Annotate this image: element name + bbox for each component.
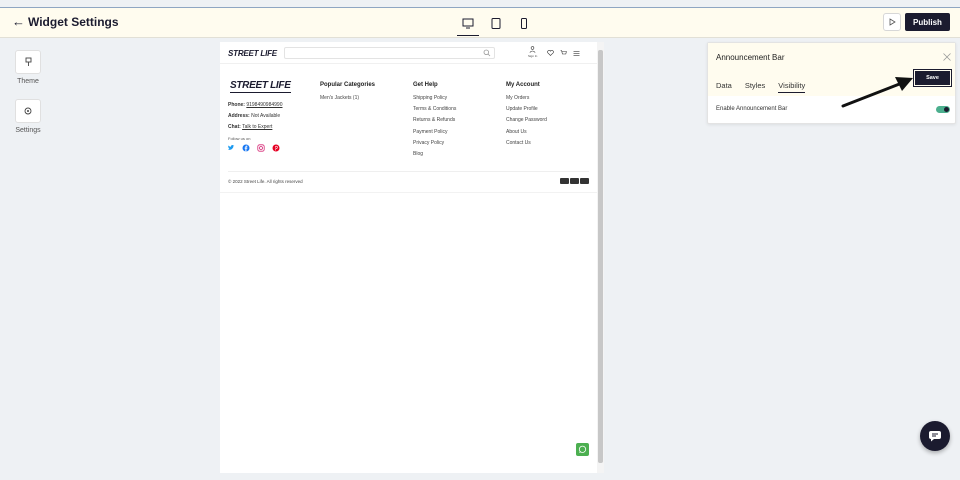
phone-label: Phone: — [228, 102, 245, 108]
preview-button[interactable] — [883, 13, 901, 31]
desktop-icon — [462, 18, 474, 28]
sign-in-link[interactable]: Sign In — [528, 46, 537, 58]
sidebar-item-label: Settings — [15, 127, 41, 134]
preview-scrollbar[interactable] — [597, 42, 604, 473]
footer-link[interactable]: Returns & Refunds — [413, 117, 456, 128]
preview-canvas: STREET LIFE Sign In STREET LIFE Phone: 9… — [220, 42, 604, 473]
gear-icon — [24, 107, 32, 115]
payment-methods — [560, 178, 589, 184]
footer-chat: Chat: Talk to Expert — [228, 124, 272, 130]
facebook-icon[interactable] — [242, 144, 250, 152]
tablet-icon — [491, 17, 501, 29]
settings-icon-box — [15, 99, 41, 123]
toggle-knob — [944, 107, 949, 112]
talk-to-expert-link[interactable]: Talk to Expert — [242, 124, 272, 130]
page-title: Widget Settings — [28, 15, 119, 29]
left-sidebar: Theme Settings — [0, 39, 56, 480]
sidebar-item-label: Theme — [17, 78, 39, 85]
follow-label: Follow us on — [228, 136, 251, 141]
cart-icon[interactable] — [560, 50, 567, 56]
phone-link[interactable]: 9198490984990 — [246, 102, 282, 108]
footer-link[interactable]: My Orders — [506, 95, 547, 106]
site-logo: STREET LIFE — [228, 49, 277, 58]
footer-phone: Phone: 9198490984990 — [228, 102, 283, 108]
footer-column-heading: My Account — [506, 82, 540, 88]
footer-link[interactable]: Privacy Policy — [413, 140, 456, 151]
footer-address: Address: Not Available — [228, 113, 280, 119]
footer-column-popular-categories: Popular Categories Men's Jackets (1) — [320, 82, 375, 106]
sidebar-item-settings[interactable]: Settings — [8, 99, 48, 134]
social-links — [227, 144, 280, 152]
chat-bubble-icon — [929, 431, 941, 442]
copyright-text: © 2022 Street Life. All rights reserved — [228, 179, 303, 184]
footer-link[interactable]: About Us — [506, 129, 547, 140]
sign-in-label: Sign In — [528, 54, 538, 58]
mobile-view-button[interactable] — [514, 13, 534, 33]
theme-icon-box — [15, 50, 41, 74]
address-label: Address: — [228, 113, 250, 119]
pinterest-icon[interactable] — [272, 144, 280, 152]
tablet-view-button[interactable] — [486, 13, 506, 33]
panel-tabs: Data Styles Visibility — [716, 81, 805, 93]
twitter-icon[interactable] — [227, 144, 235, 152]
announcement-bar-panel: Announcement Bar Save Data Styles Visibi… — [707, 42, 956, 124]
search-icon — [483, 49, 491, 57]
back-arrow-icon[interactable]: ← — [12, 14, 25, 29]
footer-link[interactable]: Contact Us — [506, 140, 547, 151]
footer-column-heading: Popular Categories — [320, 82, 376, 88]
whatsapp-icon — [578, 445, 587, 453]
footer-column-my-account: My Account My Orders Update Profile Chan… — [506, 82, 547, 151]
heart-icon[interactable] — [547, 50, 554, 56]
enable-announcement-label: Enable Announcement Bar — [716, 106, 788, 112]
sidebar-item-theme[interactable]: Theme — [8, 50, 48, 85]
chat-button[interactable] — [920, 421, 950, 451]
whatsapp-button[interactable] — [576, 443, 589, 456]
footer-link[interactable]: Payment Policy — [413, 129, 456, 140]
footer-divider — [228, 171, 589, 172]
card-icon — [580, 178, 589, 184]
tab-data[interactable]: Data — [716, 81, 732, 90]
instagram-icon[interactable] — [257, 144, 265, 152]
footer-link[interactable]: Change Password — [506, 117, 547, 128]
mobile-icon — [521, 17, 527, 29]
close-icon[interactable] — [942, 52, 952, 62]
footer-column-heading: Get Help — [413, 82, 438, 88]
brush-icon — [25, 57, 31, 66]
save-button[interactable]: Save — [913, 69, 952, 87]
footer-link[interactable]: Men's Jackets (1) — [320, 95, 375, 106]
top-bar: ← Widget Settings Publish — [0, 8, 960, 38]
footer-link[interactable]: Blog — [413, 151, 456, 162]
panel-header: Announcement Bar Save Data Styles Visibi… — [708, 43, 955, 96]
publish-button[interactable]: Publish — [905, 13, 950, 31]
site-search-input[interactable] — [284, 47, 495, 59]
footer-bottom-border — [220, 192, 597, 193]
tab-visibility[interactable]: Visibility — [778, 81, 805, 93]
desktop-view-button[interactable] — [457, 13, 479, 36]
panel-title: Announcement Bar — [716, 53, 785, 62]
footer-column-get-help: Get Help Shipping Policy Terms & Conditi… — [413, 82, 456, 162]
card-icon — [570, 178, 579, 184]
user-icon — [529, 46, 536, 53]
tab-styles[interactable]: Styles — [745, 81, 765, 90]
footer-brand: STREET LIFE — [230, 80, 291, 93]
play-icon — [889, 18, 896, 26]
menu-icon[interactable] — [573, 51, 580, 56]
enable-announcement-toggle[interactable] — [936, 106, 950, 113]
card-icon — [560, 178, 569, 184]
footer-link[interactable]: Terms & Conditions — [413, 106, 456, 117]
scrollbar-thumb[interactable] — [598, 50, 603, 463]
footer-link[interactable]: Shipping Policy — [413, 95, 456, 106]
site-header: STREET LIFE Sign In — [220, 42, 597, 64]
chat-label: Chat: — [228, 124, 241, 130]
footer-link[interactable]: Update Profile — [506, 106, 547, 117]
annotation-arrow-icon — [841, 77, 913, 108]
address-value: Not Available — [251, 113, 281, 119]
